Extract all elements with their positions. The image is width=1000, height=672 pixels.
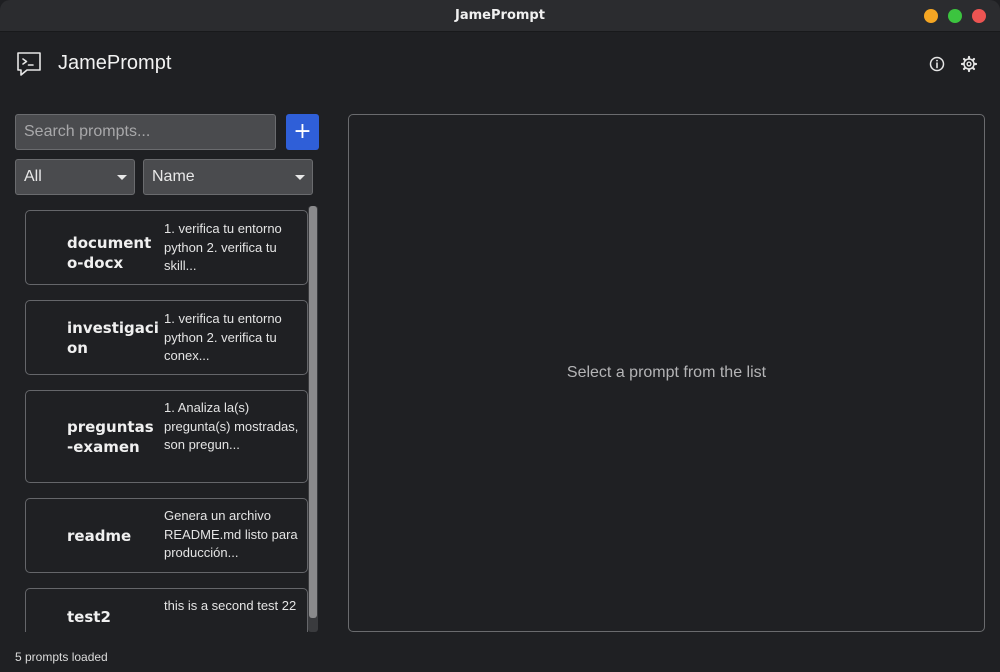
prompt-description: this is a second test 22 <box>164 598 297 613</box>
prompt-description: 1. verifica tu entorno python 2. verific… <box>164 311 282 363</box>
chevron-down-icon <box>117 175 127 180</box>
app-header: JamePrompt <box>0 32 1000 98</box>
maximize-button[interactable] <box>948 9 962 23</box>
chevron-down-icon <box>295 175 305 180</box>
search-input[interactable] <box>15 114 276 150</box>
add-prompt-button[interactable]: + <box>286 114 319 150</box>
sort-select[interactable]: Name <box>143 159 313 195</box>
prompt-name: preguntas-examen <box>67 418 154 456</box>
close-button[interactable] <box>972 9 986 23</box>
prompt-card[interactable]: preguntas-examen 1. Analiza la(s) pregun… <box>25 390 308 483</box>
info-icon[interactable] <box>928 55 946 73</box>
sort-value: Name <box>152 168 195 185</box>
prompt-card[interactable]: test2 this is a second test 22 <box>25 588 308 632</box>
terminal-chat-icon <box>17 52 41 76</box>
list-scrollbar[interactable] <box>308 206 318 632</box>
prompt-description: 1. Analiza la(s) pregunta(s) mostradas, … <box>164 400 299 452</box>
app-window: JamePrompt JamePrompt + <box>0 0 1000 672</box>
prompt-description: Genera un archivo README.md listo para p… <box>164 508 298 560</box>
scrollbar-thumb[interactable] <box>309 206 317 618</box>
category-filter-value: All <box>24 168 42 185</box>
status-bar-text: 5 prompts loaded <box>15 650 108 664</box>
empty-state-message: Select a prompt from the list <box>566 364 767 381</box>
prompt-card[interactable]: readme Genera un archivo README.md listo… <box>25 498 308 573</box>
app-name: JamePrompt <box>58 52 172 74</box>
prompt-card[interactable]: documento-docx 1. verifica tu entorno py… <box>25 210 308 285</box>
prompt-name: readme <box>67 527 132 545</box>
prompt-list[interactable]: documento-docx 1. verifica tu entorno py… <box>15 204 320 632</box>
window-title: JamePrompt <box>455 8 545 23</box>
gear-icon[interactable] <box>960 55 978 73</box>
prompt-card[interactable]: investigacion 1. verifica tu entorno pyt… <box>25 300 308 375</box>
prompt-detail-panel: Select a prompt from the list <box>348 114 985 632</box>
category-filter-select[interactable]: All <box>15 159 135 195</box>
prompt-name: documento-docx <box>67 234 152 272</box>
title-bar[interactable]: JamePrompt <box>0 0 1000 32</box>
prompt-name: test2 <box>67 608 111 626</box>
prompt-name: investigacion <box>67 319 159 357</box>
prompt-description: 1. verifica tu entorno python 2. verific… <box>164 221 282 273</box>
minimize-button[interactable] <box>924 9 938 23</box>
